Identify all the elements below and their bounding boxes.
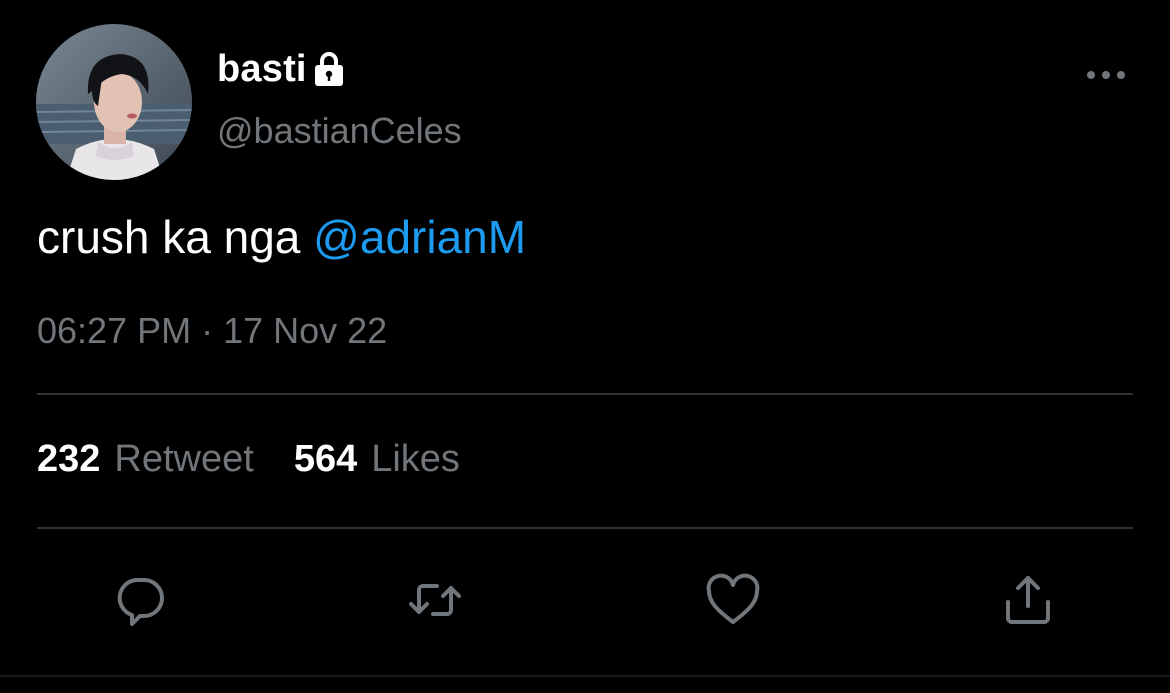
retweets-count: 232 <box>37 438 101 480</box>
share-button[interactable] <box>996 570 1060 634</box>
divider <box>37 527 1133 529</box>
like-button[interactable] <box>701 570 765 634</box>
mention-link[interactable]: @adrianM <box>313 211 526 263</box>
heart-icon <box>703 572 763 633</box>
tweet-timestamp[interactable]: 06:27 PM · 17 Nov 22 <box>37 310 387 352</box>
display-name[interactable]: basti <box>217 48 307 91</box>
more-options-icon[interactable] <box>1085 58 1127 92</box>
lock-icon <box>313 51 345 87</box>
share-upload-icon <box>1000 572 1056 633</box>
retweets-label: Retweet <box>114 438 254 480</box>
retweet-arrows-icon <box>405 572 465 633</box>
tweet-stats: 232 Retweet 564 Likes <box>37 438 460 481</box>
tweet-text: crush ka nga @adrianM <box>37 210 526 264</box>
speech-bubble-icon <box>112 572 168 633</box>
likes-stat[interactable]: 564 Likes <box>294 438 460 481</box>
author-name-row[interactable]: basti <box>217 44 345 94</box>
divider <box>37 393 1133 395</box>
retweets-stat[interactable]: 232 Retweet <box>37 438 254 481</box>
tweet-action-bar <box>0 570 1170 634</box>
divider <box>0 675 1170 677</box>
author-handle[interactable]: @bastianCeles <box>217 110 462 152</box>
avatar[interactable] <box>36 24 192 180</box>
tweet-body: crush ka nga <box>37 211 314 263</box>
likes-label: Likes <box>371 438 460 480</box>
retweet-button[interactable] <box>403 570 467 634</box>
reply-button[interactable] <box>108 570 172 634</box>
likes-count: 564 <box>293 438 358 480</box>
